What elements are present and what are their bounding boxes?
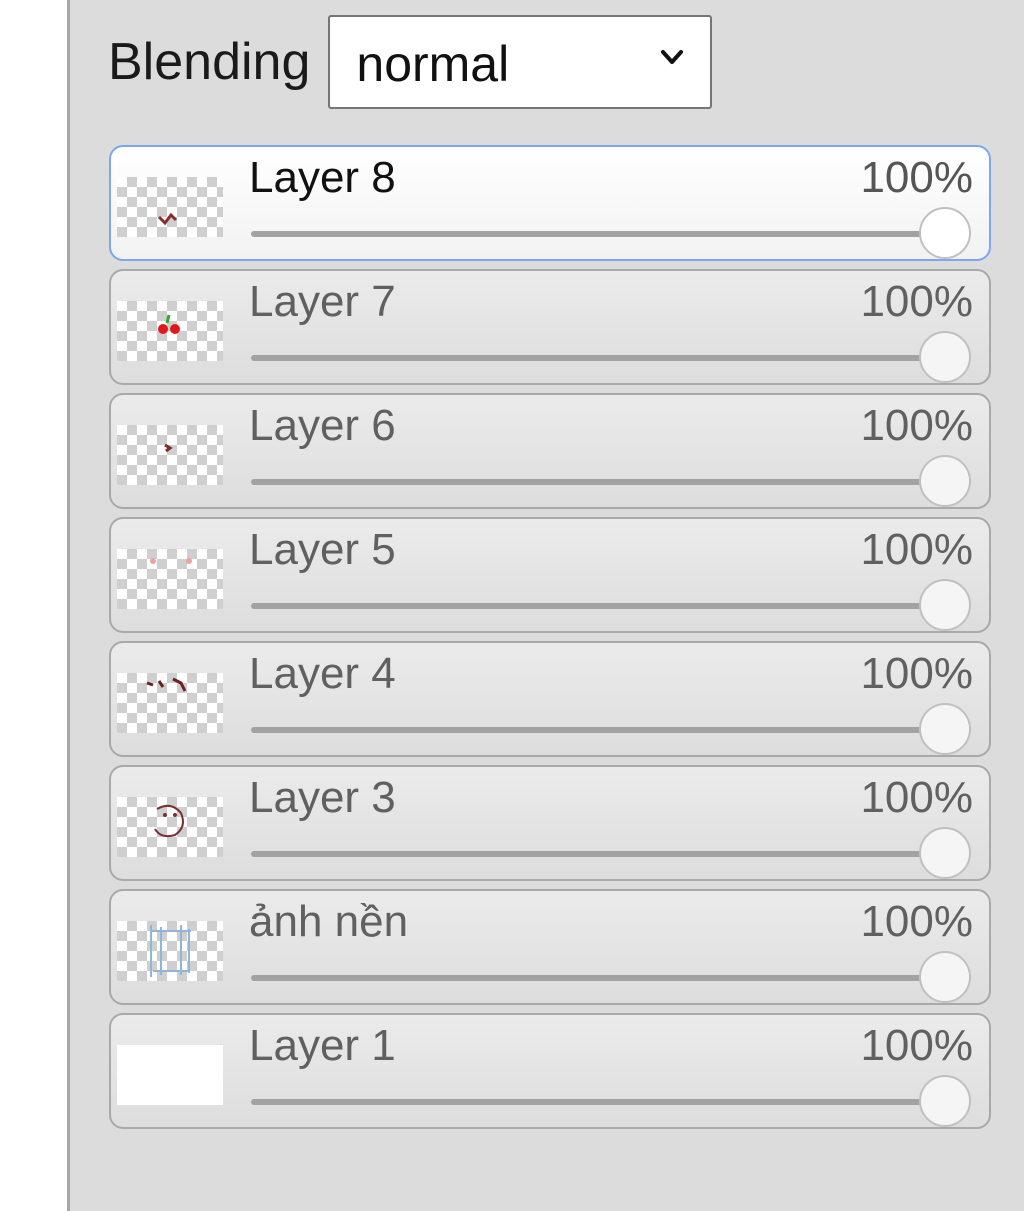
layer-item-layer-3[interactable]: Layer 3 100% — [109, 765, 991, 881]
chevron-down-icon — [661, 50, 684, 64]
layer-name: Layer 4 — [249, 649, 396, 698]
slider-handle[interactable] — [919, 207, 971, 259]
layers-panel: Blending normal Layer 8 100% Layer 7 100… — [67, 0, 1024, 1211]
layer-opacity-slider[interactable] — [251, 827, 971, 879]
layer-opacity-slider[interactable] — [251, 579, 971, 631]
layer-thumbnail — [117, 301, 223, 361]
layer-name: Layer 6 — [249, 401, 396, 450]
canvas-area-edge — [0, 0, 67, 1211]
layer-item-anh-nen[interactable]: ảnh nền 100% — [109, 889, 991, 1005]
layer-opacity-value: 100% — [860, 649, 973, 698]
layer-opacity-slider[interactable] — [251, 1075, 971, 1127]
blending-mode-value: normal — [356, 36, 510, 92]
slider-handle[interactable] — [919, 331, 971, 383]
layer-item-layer-8[interactable]: Layer 8 100% — [109, 145, 991, 261]
slider-handle[interactable] — [919, 703, 971, 755]
layer-item-layer-4[interactable]: Layer 4 100% — [109, 641, 991, 757]
layer-name: Layer 5 — [249, 525, 396, 574]
layer-item-layer-7[interactable]: Layer 7 100% — [109, 269, 991, 385]
slider-handle[interactable] — [919, 951, 971, 1003]
layer-opacity-slider[interactable] — [251, 331, 971, 383]
layer-opacity-value: 100% — [860, 525, 973, 574]
layer-opacity-slider[interactable] — [251, 951, 971, 1003]
layer-opacity-value: 100% — [860, 897, 973, 946]
layer-opacity-value: 100% — [860, 1021, 973, 1070]
slider-handle[interactable] — [919, 579, 971, 631]
layer-thumbnail — [117, 921, 223, 981]
layer-opacity-slider[interactable] — [251, 455, 971, 507]
layer-list: Layer 8 100% Layer 7 100% Layer 6 100% L… — [109, 145, 991, 1137]
layer-thumbnail — [117, 425, 223, 485]
layer-opacity-value: 100% — [860, 277, 973, 326]
layer-opacity-value: 100% — [860, 773, 973, 822]
layer-thumbnail — [117, 1045, 223, 1105]
blending-row: Blending normal — [108, 14, 713, 110]
layer-opacity-slider[interactable] — [251, 207, 971, 259]
slider-handle[interactable] — [919, 455, 971, 507]
layer-name: Layer 7 — [249, 277, 396, 326]
layer-item-layer-1[interactable]: Layer 1 100% — [109, 1013, 991, 1129]
slider-handle[interactable] — [919, 1075, 971, 1127]
layer-thumbnail — [117, 673, 223, 733]
slider-handle[interactable] — [919, 827, 971, 879]
layer-opacity-value: 100% — [860, 153, 973, 202]
layer-name: Layer 1 — [249, 1021, 396, 1070]
blending-mode-select[interactable]: normal — [328, 15, 713, 109]
layer-name: ảnh nền — [249, 897, 409, 946]
layer-thumbnail — [117, 177, 223, 237]
layer-thumbnail — [117, 549, 223, 609]
layer-item-layer-6[interactable]: Layer 6 100% — [109, 393, 991, 509]
layer-item-layer-5[interactable]: Layer 5 100% — [109, 517, 991, 633]
layer-name: Layer 8 — [249, 153, 396, 202]
blending-label: Blending — [108, 33, 311, 91]
layer-opacity-slider[interactable] — [251, 703, 971, 755]
layer-opacity-value: 100% — [860, 401, 973, 450]
layer-name: Layer 3 — [249, 773, 396, 822]
layer-thumbnail — [117, 797, 223, 857]
